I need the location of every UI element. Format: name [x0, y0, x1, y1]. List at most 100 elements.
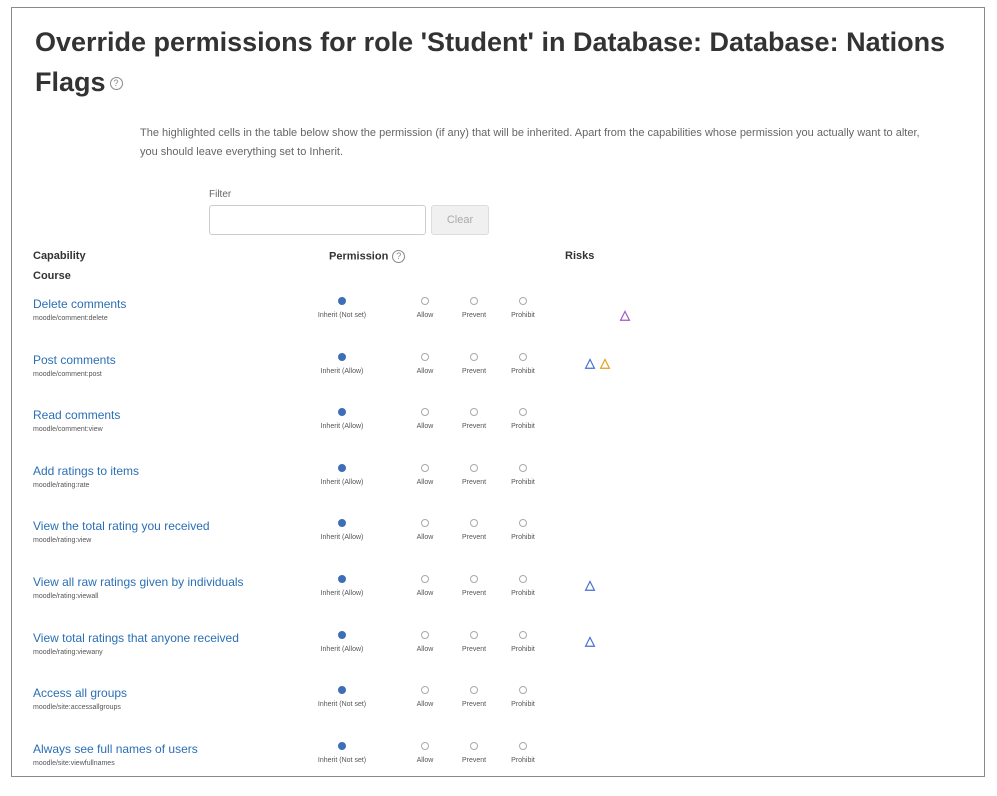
radio-prevent[interactable] [470, 741, 478, 750]
radio-prohibit[interactable] [519, 686, 527, 695]
permission-option-prohibit[interactable]: Prohibit [503, 575, 543, 597]
option-label: Prohibit [511, 367, 535, 375]
option-label: Inherit (Allow) [320, 478, 364, 486]
permission-option-prohibit[interactable]: Prohibit [503, 297, 543, 319]
permission-option-allow[interactable]: Allow [405, 297, 445, 319]
radio-allow[interactable] [421, 519, 429, 528]
table-row: Delete comments moodle/comment:delete Inhe… [12, 297, 986, 351]
capability-link[interactable]: Read comments [33, 408, 120, 422]
radio-prohibit[interactable] [519, 741, 527, 750]
permission-option-prevent[interactable]: Prevent [454, 741, 494, 764]
capability-link[interactable]: View the total rating you received [33, 519, 210, 533]
permission-option-prohibit[interactable]: Prohibit [503, 741, 543, 764]
permission-option-inherit[interactable]: Inherit (Allow) [302, 352, 382, 375]
capability-header: Capability [33, 250, 86, 262]
risk-purple-icon[interactable]: △ [620, 307, 630, 323]
permission-option-allow[interactable]: Allow [405, 519, 445, 541]
radio-prevent[interactable] [470, 630, 478, 639]
permission-option-prohibit[interactable]: Prohibit [503, 408, 543, 430]
radio-inherit[interactable] [338, 352, 346, 361]
permission-help-icon[interactable]: ? [392, 250, 406, 263]
permission-option-inherit[interactable]: Inherit (Allow) [302, 463, 382, 486]
permission-option-inherit[interactable]: Inherit (Not set) [302, 741, 382, 764]
permission-header: Permission? [329, 250, 406, 263]
permission-option-allow[interactable]: Allow [405, 686, 445, 708]
radio-prevent[interactable] [470, 575, 478, 583]
permission-option-prohibit[interactable]: Prohibit [503, 519, 543, 541]
option-label: Prohibit [511, 478, 535, 486]
permission-option-prevent[interactable]: Prevent [454, 686, 494, 708]
permission-option-inherit[interactable]: Inherit (Allow) [302, 630, 382, 653]
radio-inherit[interactable] [338, 408, 346, 417]
permission-option-prevent[interactable]: Prevent [454, 575, 494, 597]
radio-inherit[interactable] [338, 575, 346, 583]
capability-link[interactable]: Post comments [33, 353, 116, 367]
radio-allow[interactable] [421, 686, 429, 695]
radio-prohibit[interactable] [519, 463, 527, 472]
radio-allow[interactable] [421, 741, 429, 750]
risk-blue-icon[interactable]: △ [585, 633, 595, 649]
permission-option-prevent[interactable]: Prevent [454, 297, 494, 319]
radio-prevent[interactable] [470, 297, 478, 305]
radio-prohibit[interactable] [519, 630, 527, 639]
radio-prohibit[interactable] [519, 519, 527, 528]
radio-inherit[interactable] [338, 630, 346, 639]
permission-option-allow[interactable]: Allow [405, 630, 445, 653]
radio-inherit[interactable] [338, 463, 346, 472]
radio-allow[interactable] [421, 630, 429, 639]
radio-prevent[interactable] [470, 519, 478, 528]
permission-option-prohibit[interactable]: Prohibit [503, 463, 543, 486]
permission-option-inherit[interactable]: Inherit (Allow) [302, 408, 382, 430]
capability-link[interactable]: Always see full names of users [33, 742, 198, 756]
radio-prohibit[interactable] [519, 297, 527, 305]
permission-option-allow[interactable]: Allow [405, 408, 445, 430]
radio-allow[interactable] [421, 575, 429, 583]
radio-allow[interactable] [421, 408, 429, 417]
capability-link[interactable]: Access all groups [33, 686, 127, 700]
radio-prevent[interactable] [470, 686, 478, 695]
risk-blue-icon[interactable]: △ [585, 577, 595, 593]
permission-option-prevent[interactable]: Prevent [454, 352, 494, 375]
permission-option-prohibit[interactable]: Prohibit [503, 352, 543, 375]
radio-inherit[interactable] [338, 686, 346, 695]
radio-prevent[interactable] [470, 463, 478, 472]
permission-option-prohibit[interactable]: Prohibit [503, 686, 543, 708]
capability-link[interactable]: View total ratings that anyone received [33, 631, 239, 645]
capability-link[interactable]: View all raw ratings given by individual… [33, 575, 244, 589]
permission-option-prevent[interactable]: Prevent [454, 463, 494, 486]
permission-option-prevent[interactable]: Prevent [454, 630, 494, 653]
radio-allow[interactable] [421, 463, 429, 472]
permission-option-allow[interactable]: Allow [405, 463, 445, 486]
radio-inherit[interactable] [338, 519, 346, 528]
radio-prohibit[interactable] [519, 408, 527, 417]
help-icon[interactable]: ? [109, 77, 123, 91]
risk-blue-icon[interactable]: △ [585, 355, 595, 371]
radio-inherit[interactable] [338, 741, 346, 750]
radio-allow[interactable] [421, 297, 429, 305]
radio-prohibit[interactable] [519, 352, 527, 361]
capability-link[interactable]: Delete comments [33, 297, 126, 311]
permission-option-prohibit[interactable]: Prohibit [503, 630, 543, 653]
permission-option-prevent[interactable]: Prevent [454, 408, 494, 430]
radio-inherit[interactable] [338, 297, 346, 305]
radio-prevent[interactable] [470, 352, 478, 361]
permission-option-inherit[interactable]: Inherit (Not set) [302, 686, 382, 708]
option-label: Prevent [461, 645, 487, 653]
permission-option-allow[interactable]: Allow [405, 575, 445, 597]
filter-input[interactable] [209, 205, 426, 235]
option-label: Allow [416, 312, 434, 319]
radio-prohibit[interactable] [519, 575, 527, 583]
clear-button[interactable]: Clear [431, 205, 489, 235]
option-label: Prevent [461, 478, 487, 486]
permission-option-inherit[interactable]: Inherit (Allow) [302, 575, 382, 597]
radio-prevent[interactable] [470, 408, 478, 417]
option-label: Prohibit [511, 756, 535, 764]
radio-allow[interactable] [421, 352, 429, 361]
permission-option-inherit[interactable]: Inherit (Allow) [302, 519, 382, 541]
permission-option-prevent[interactable]: Prevent [454, 519, 494, 541]
risk-orange-icon[interactable]: △ [600, 355, 610, 371]
capability-link[interactable]: Add ratings to items [33, 464, 139, 478]
permission-option-allow[interactable]: Allow [405, 741, 445, 764]
permission-option-allow[interactable]: Allow [405, 352, 445, 375]
permission-option-inherit[interactable]: Inherit (Not set) [302, 297, 382, 319]
